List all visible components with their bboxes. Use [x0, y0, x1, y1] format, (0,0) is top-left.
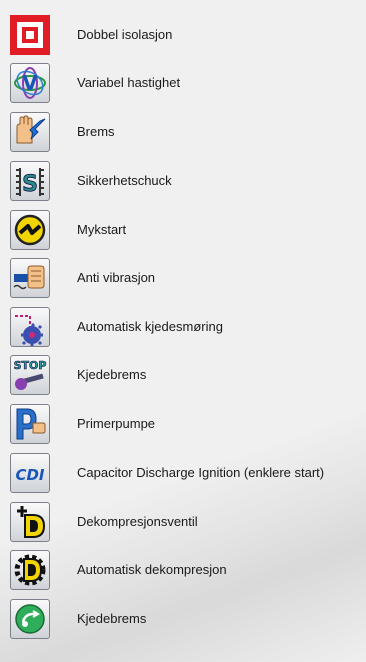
- list-item-label: Dobbel isolasjon: [77, 27, 173, 42]
- list-item: CDI Capacitor Discharge Ignition (enkler…: [0, 451, 366, 495]
- list-item: Dobbel isolasjon: [0, 13, 366, 57]
- brake-hand-icon: [10, 112, 50, 152]
- chain-brake-stop-icon: STOP: [10, 355, 50, 395]
- decompression-valve-icon: [10, 502, 50, 542]
- safety-chuck-icon: S: [10, 161, 50, 201]
- svg-text:CDI: CDI: [15, 466, 44, 484]
- double-insulation-icon: [10, 15, 50, 55]
- variable-speed-icon: V: [10, 63, 50, 103]
- chain-oiling-icon: [10, 307, 50, 347]
- list-item: Brems: [0, 110, 366, 154]
- list-item-label: Sikkerhetschuck: [77, 173, 172, 188]
- list-item: V Variabel hastighet: [0, 61, 366, 105]
- cdi-icon: CDI: [10, 453, 50, 493]
- list-item: Primerpumpe: [0, 402, 366, 446]
- list-item: Kjedebrems: [0, 597, 366, 641]
- list-item-label: Anti vibrasjon: [77, 270, 156, 285]
- svg-text:STOP: STOP: [14, 359, 47, 372]
- list-item: STOP Kjedebrems: [0, 353, 366, 397]
- list-item: Automatisk kjedesmøring: [0, 305, 366, 349]
- list-item: Automatisk dekompresjon: [0, 548, 366, 592]
- list-item-label: Automatisk dekompresjon: [77, 562, 227, 577]
- list-item-label: Brems: [77, 124, 115, 139]
- list-item-label: Mykstart: [77, 222, 127, 237]
- list-item-label: Kjedebrems: [77, 611, 147, 626]
- list-item: Mykstart: [0, 208, 366, 252]
- soft-start-icon: [10, 210, 50, 250]
- list-item: Anti vibrasjon: [0, 256, 366, 300]
- list-item-label: Capacitor Discharge Ignition (enklere st…: [77, 465, 325, 480]
- list-item-label: Dekompresjonsventil: [77, 514, 198, 529]
- list-item-label: Automatisk kjedesmøring: [77, 319, 223, 334]
- list-item: Dekompresjonsventil: [0, 500, 366, 544]
- auto-decompression-icon: [10, 550, 50, 590]
- list-item: S Sikkerhetschuck: [0, 159, 366, 203]
- list-item-label: Kjedebrems: [77, 367, 147, 382]
- list-item-label: Variabel hastighet: [77, 75, 181, 90]
- list-item-label: Primerpumpe: [77, 416, 156, 431]
- primer-pump-icon: [10, 404, 50, 444]
- anti-vibration-icon: [10, 258, 50, 298]
- chain-brake-icon: [10, 599, 50, 639]
- svg-text:S: S: [22, 172, 38, 197]
- svg-text:V: V: [22, 71, 38, 95]
